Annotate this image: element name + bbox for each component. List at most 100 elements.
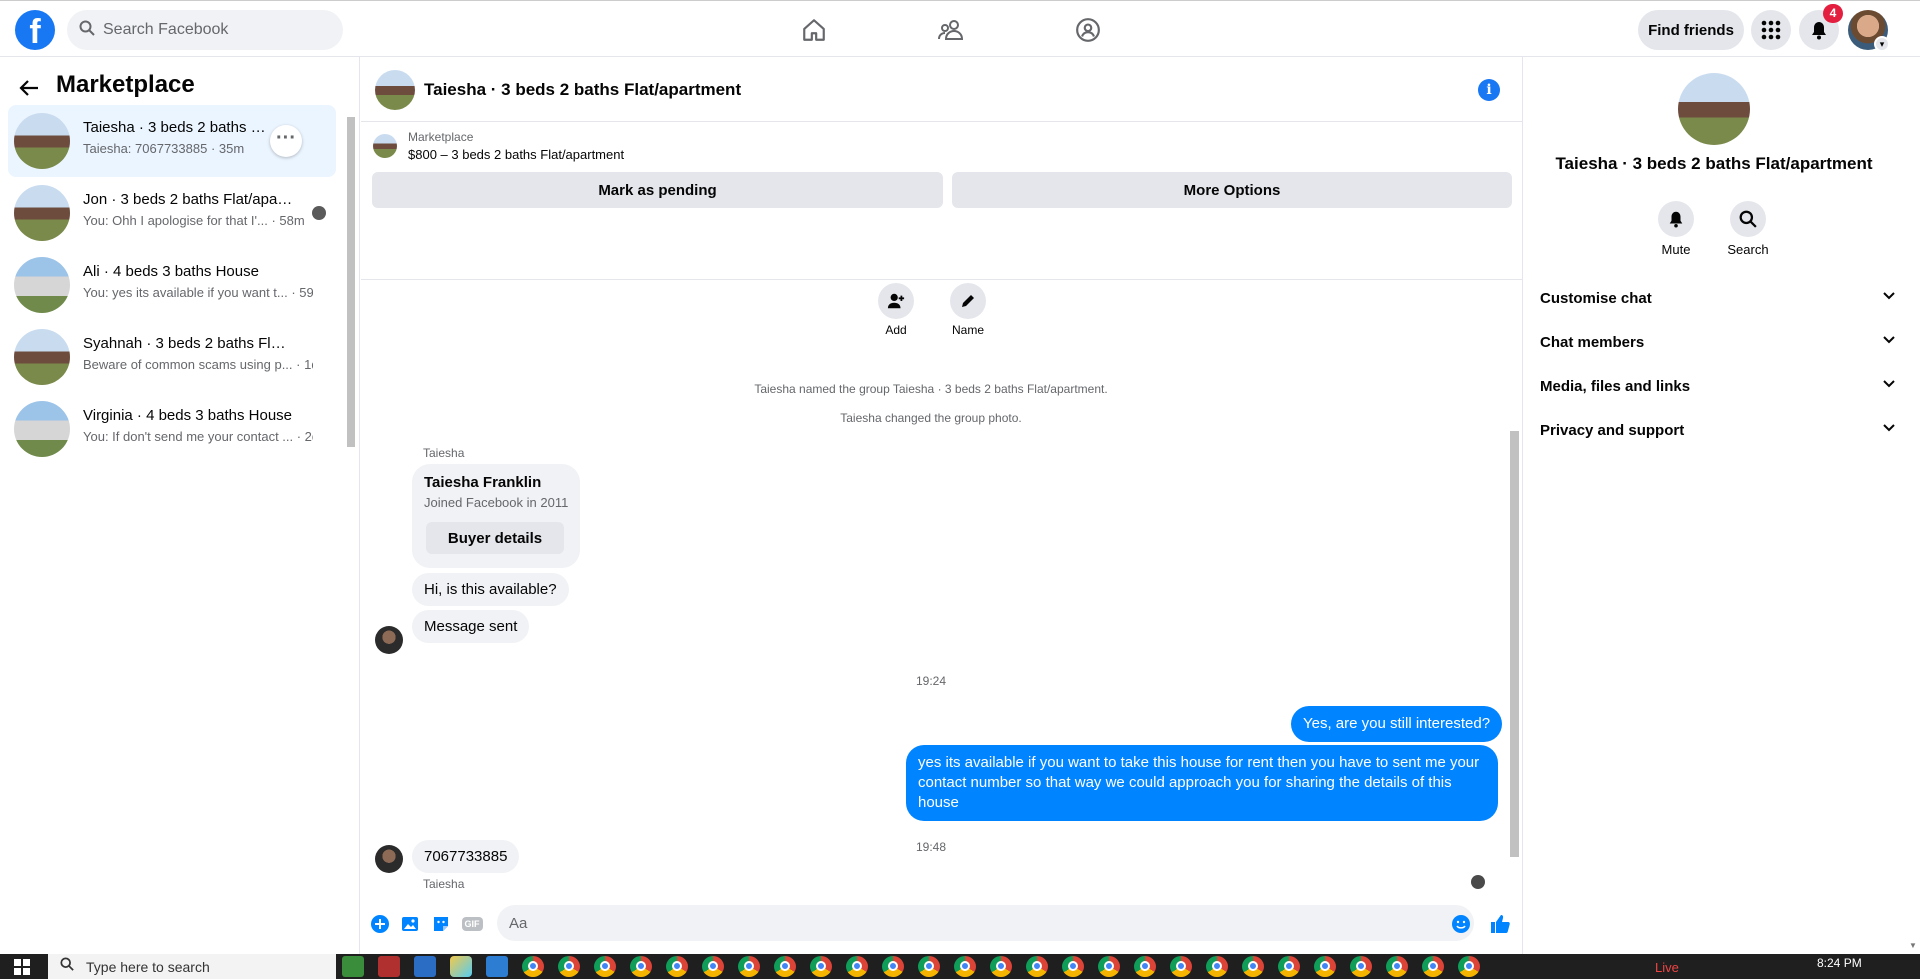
photo-icon[interactable] [399,913,421,935]
chrome-icon[interactable] [954,956,976,977]
chrome-icon[interactable] [558,956,580,977]
chat-item[interactable]: Ali · 4 beds 3 baths House You: yes its … [8,249,336,321]
chrome-icon[interactable] [1062,956,1084,977]
customise-chat-section[interactable]: Customise chat [1540,280,1896,316]
chat-thumbnail [14,329,70,385]
chrome-icon[interactable] [1350,956,1372,977]
chat-members-section[interactable]: Chat members [1540,324,1896,360]
chrome-icon[interactable] [1314,956,1336,977]
plus-circle-icon[interactable] [369,913,391,935]
chat-item[interactable]: Jon · 3 beds 2 baths Flat/apartment You:… [8,177,336,249]
incoming-message[interactable]: 7067733885 [412,840,520,873]
chrome-icon[interactable] [1278,956,1300,977]
mute-bell-icon[interactable] [1658,201,1694,237]
privacy-support-section[interactable]: Privacy and support [1540,412,1896,448]
account-chevron-down-icon[interactable]: ▾ [1874,36,1890,52]
chrome-icon[interactable] [1386,956,1408,977]
search-label: Search [1727,242,1769,257]
friends-icon[interactable] [937,15,967,45]
incoming-message[interactable]: Message sent [412,610,530,643]
chat-details-panel: Taiesha · 3 beds 2 baths Flat/apartment … [1524,57,1920,954]
home-icon[interactable] [799,15,829,45]
section-label: Privacy and support [1540,421,1685,439]
more-options-icon[interactable]: ··· [270,125,302,157]
chrome-icon[interactable] [738,956,760,977]
groups-icon[interactable] [1073,15,1103,45]
sticker-icon[interactable] [430,913,452,935]
back-arrow-icon[interactable] [18,77,44,103]
taskbar-search-box[interactable]: Type here to search [48,954,336,979]
mute-label: Mute [1661,242,1691,257]
add-label: Add [885,323,907,337]
outgoing-message[interactable]: Yes, are you still interested? [1291,706,1503,742]
conversation-header: Taiesha · 3 beds 2 baths Flat/apartment … [361,57,1523,122]
thumbs-up-icon[interactable] [1489,913,1511,935]
search-facebook-box[interactable] [67,10,343,50]
conversation-avatar[interactable] [375,70,415,110]
chrome-icon[interactable] [846,956,868,977]
sender-avatar[interactable] [375,845,403,873]
outgoing-message[interactable]: yes its available if you want to take th… [906,745,1498,821]
chrome-icon[interactable] [1026,956,1048,977]
chrome-icon[interactable] [1098,956,1120,977]
menu-grid-icon[interactable] [1751,10,1791,50]
clock-time[interactable]: 8:24 PM [1817,956,1862,970]
live-label[interactable]: Live [1655,960,1679,975]
edit-name-pencil-icon[interactable] [950,283,986,319]
sidebar-scrollbar[interactable] [346,107,356,463]
listing-thumbnail[interactable] [373,134,397,158]
mark-as-pending-button[interactable]: Mark as pending [372,172,943,208]
chat-item[interactable]: Taiesha · 3 beds 2 baths Flat/apartment … [8,105,336,177]
chrome-icon[interactable] [1422,956,1444,977]
chrome-icon[interactable] [990,956,1012,977]
chrome-icon[interactable] [1242,956,1264,977]
chrome-icon[interactable] [882,956,904,977]
chevron-down-icon [1882,333,1896,351]
chat-item[interactable]: Syahnah · 3 beds 2 baths Flat/apartment … [8,321,336,393]
chrome-icon[interactable] [630,956,652,977]
app-icon[interactable] [450,956,472,977]
chrome-icon[interactable] [1206,956,1228,977]
download-app-icon[interactable] [414,956,436,977]
gif-icon[interactable]: GIF [461,913,483,935]
facebook-logo-icon[interactable]: f [15,10,55,50]
chrome-icon[interactable] [666,956,688,977]
more-options-button[interactable]: More Options [952,172,1512,208]
chrome-icon[interactable] [1170,956,1192,977]
section-label: Chat members [1540,333,1645,351]
page-scrollbar[interactable]: ▼ [1906,57,1920,954]
buyer-details-button[interactable]: Buyer details [426,522,564,554]
app-icon[interactable] [486,956,508,977]
incoming-message[interactable]: Hi, is this available? [412,573,569,606]
app-icon[interactable] [378,956,400,977]
windows-start-icon[interactable] [14,959,30,975]
emoji-icon[interactable] [1450,913,1472,935]
media-files-links-section[interactable]: Media, files and links [1540,368,1896,404]
chrome-icon[interactable] [1134,956,1156,977]
chrome-icon[interactable] [702,956,724,977]
chrome-icon[interactable] [522,956,544,977]
sender-avatar[interactable] [375,626,403,654]
search-input[interactable] [103,21,323,39]
chevron-down-icon [1882,289,1896,307]
seen-receipt-avatar [1471,875,1485,889]
search-in-chat-icon[interactable] [1730,201,1766,237]
find-friends-button[interactable]: Find friends [1638,10,1744,50]
group-photo[interactable] [1678,73,1750,145]
chrome-icon[interactable] [774,956,796,977]
chat-item[interactable]: Virginia · 4 beds 3 baths House You: If … [8,393,336,465]
app-icon[interactable] [342,956,364,977]
chrome-icon[interactable] [810,956,832,977]
chrome-icon[interactable] [1458,956,1480,977]
info-icon[interactable]: i [1478,79,1500,101]
conversation-title[interactable]: Taiesha · 3 beds 2 baths Flat/apartment [424,80,741,100]
windows-taskbar: Type here to search Live 8:24 PM [0,954,1920,979]
chrome-icon[interactable] [594,956,616,977]
add-person-icon[interactable] [878,283,914,319]
message-input[interactable] [497,905,1474,941]
listing-price[interactable]: $800 – 3 beds 2 baths Flat/apartment [408,147,624,162]
chat-preview: You: Ohh I apologise for that I'... · 58… [83,213,305,228]
conversation-scrollbar[interactable] [1507,279,1521,893]
chrome-icon[interactable] [918,956,940,977]
read-receipt-avatar [312,206,326,220]
